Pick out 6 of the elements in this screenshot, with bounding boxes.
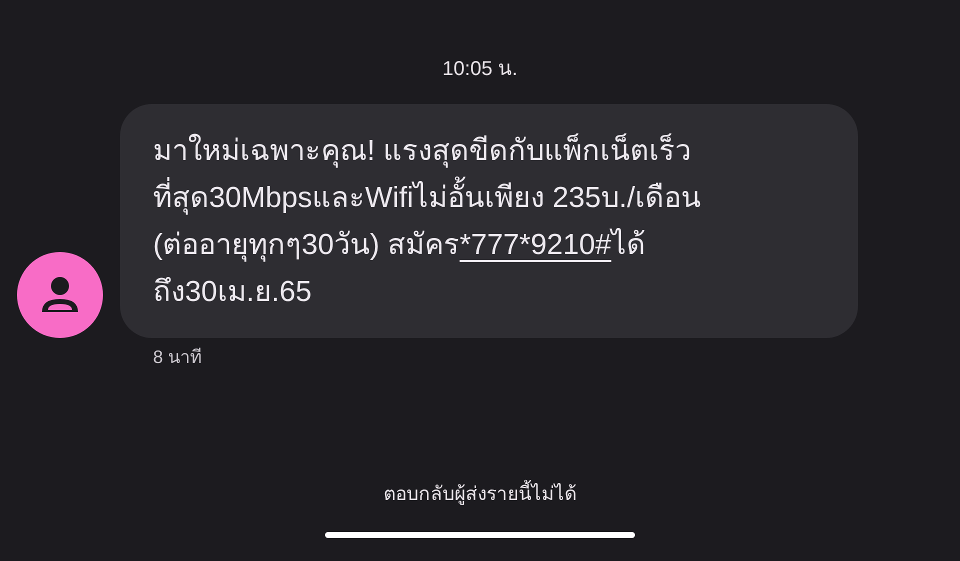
reply-disabled-notice: ตอบกลับผู้ส่งรายนี้ไม่ได้ (384, 481, 576, 510)
message-text: มาใหม่เฉพาะคุณ! แรงสุดขีดกับแพ็กเน็ตเร็ว ที่สุด30MbpsและWifiไม่อั้นเพียง 235บ./เดือน (ต่ออายุทุกๆ30วัน) สมัคร*777*9210#ได้ ถึง30เม.ย.65 (153, 132, 702, 310)
message-age: 8 นาที (153, 347, 202, 367)
home-indicator[interactable] (325, 532, 635, 538)
avatar-icon (17, 252, 103, 338)
message-timestamp: 10:05 น. (442, 57, 518, 82)
